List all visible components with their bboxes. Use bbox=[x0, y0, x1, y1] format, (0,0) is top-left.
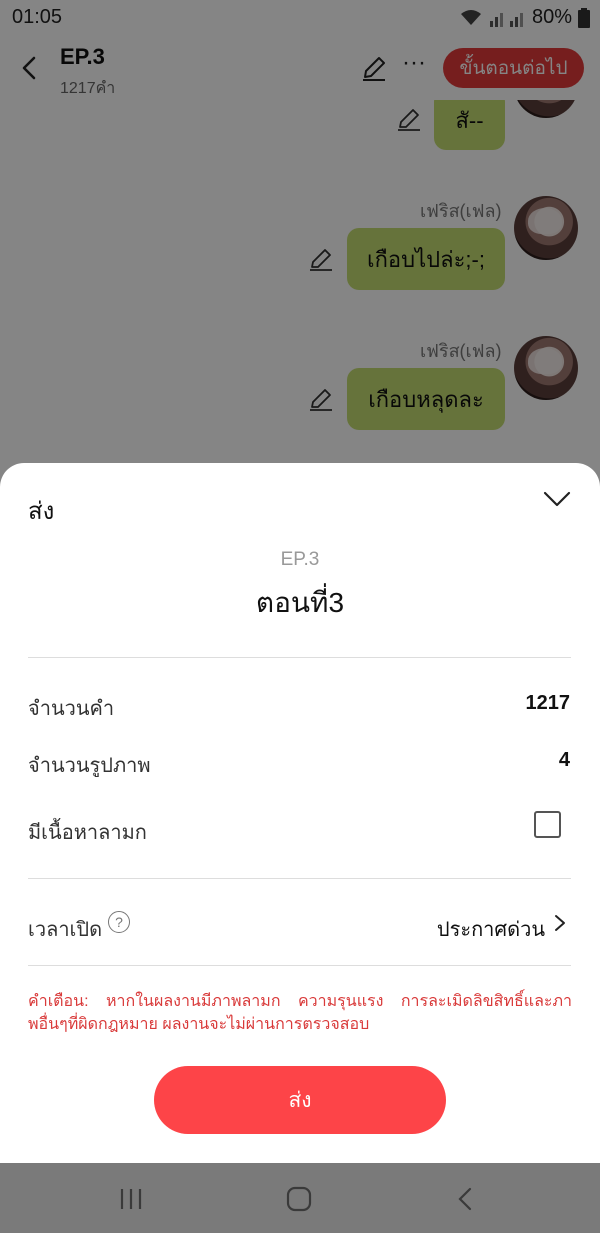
send-button[interactable]: ส่ง bbox=[154, 1066, 446, 1134]
episode-label: EP.3 bbox=[280, 549, 320, 570]
chevron-right-icon[interactable] bbox=[553, 913, 567, 933]
word-count-label: จำนวนคำ bbox=[28, 698, 115, 720]
adult-content-label: มีเนื้อหาลามก bbox=[28, 822, 147, 844]
nav-back-icon[interactable] bbox=[452, 1185, 480, 1213]
image-count-label: จำนวนรูปภาพ bbox=[28, 755, 151, 777]
chevron-down-icon[interactable] bbox=[542, 487, 572, 511]
warning-text: คำเตือน: หากในผลงานมีภาพลามก ความรุนแรง … bbox=[28, 993, 572, 1033]
send-bottom-sheet: ส่ง EP.3 ตอนที่3 จำนวนคำ 1217 จำนวนรูปภา… bbox=[0, 463, 600, 1163]
divider bbox=[28, 965, 571, 966]
help-icon[interactable]: ? bbox=[108, 911, 130, 933]
system-nav-bar bbox=[0, 1163, 600, 1233]
episode-name: ตอนที่3 bbox=[255, 587, 345, 618]
sheet-title: ส่ง bbox=[28, 498, 55, 525]
publish-time-value[interactable]: ประกาศด่วน bbox=[437, 913, 545, 945]
publish-time-label: เวลาเปิด bbox=[28, 919, 103, 941]
divider bbox=[28, 878, 571, 879]
word-count-value: 1217 bbox=[525, 692, 571, 714]
recent-apps-icon[interactable] bbox=[117, 1185, 145, 1213]
adult-content-checkbox[interactable] bbox=[534, 811, 561, 838]
divider bbox=[28, 657, 571, 658]
image-count-value: 4 bbox=[558, 749, 570, 771]
home-icon[interactable] bbox=[285, 1185, 313, 1213]
